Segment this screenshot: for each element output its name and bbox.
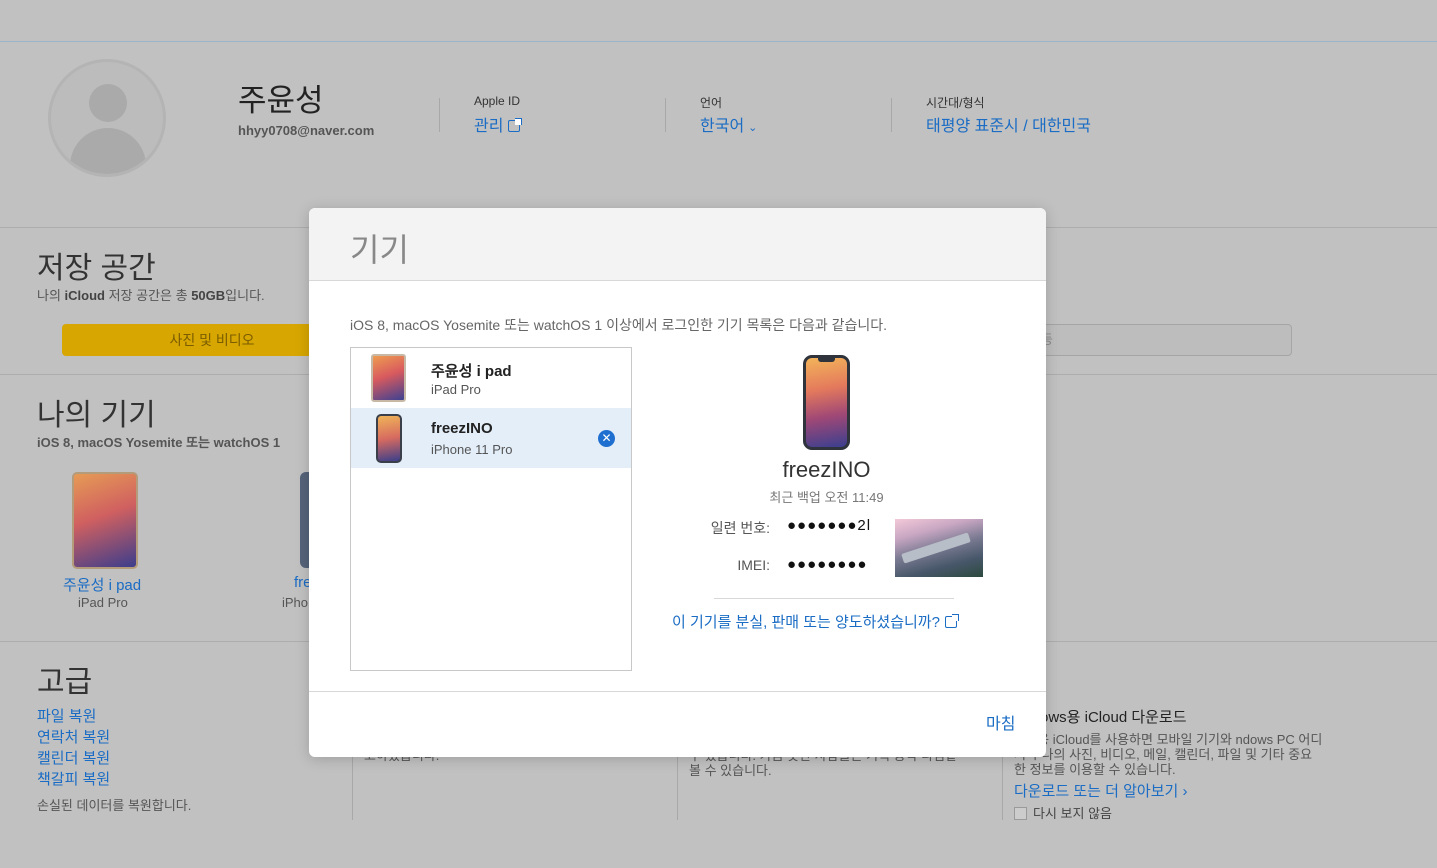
remove-device-icon[interactable]: ✕ <box>598 430 615 447</box>
timezone-label: 시간대/형식 <box>926 96 985 110</box>
storage-subtitle: 나의 iCloud 저장 공간은 총 50GB입니다. <box>37 285 265 304</box>
my-devices-subtitle: iOS 8, macOS Yosemite 또는 watchOS 1 <box>37 435 281 450</box>
restore-bookmarks-link[interactable]: 책갈피 복원 <box>37 768 110 789</box>
external-link-icon <box>508 118 523 132</box>
advanced-title: 고급 <box>37 666 93 699</box>
download-learn-more-link[interactable]: 다운로드 또는 더 알아보기 › <box>1014 780 1187 801</box>
advanced-note: 손실된 데이터를 복원합니다. <box>37 798 192 813</box>
device-list-name: freezINO <box>431 420 493 437</box>
apple-id-column: Apple ID 관리 <box>439 94 523 135</box>
checkbox-box[interactable] <box>1014 807 1027 820</box>
profile-name: 주윤성 <box>238 83 324 118</box>
timezone-link[interactable]: 태평양 표준시 / 대한민국 <box>926 112 1091 136</box>
device-model: iPad Pro <box>78 595 128 610</box>
avatar[interactable] <box>48 59 166 177</box>
device-model: iPho <box>282 595 309 610</box>
storage-sub-prefix: 나의 <box>37 288 65 303</box>
storage-title: 저장 공간 <box>37 252 156 285</box>
language-value: 한국어 <box>700 118 745 135</box>
external-link-icon <box>944 614 959 628</box>
dont-show-again-checkbox[interactable]: 다시 보지 않음 <box>1014 803 1112 822</box>
profile-header: 주윤성 hhyy0708@naver.com Apple ID 관리 언어 한국… <box>0 42 1437 228</box>
device-list[interactable]: 주윤성 i pad iPad Pro freezINO iPhone 11 Pr… <box>350 347 632 671</box>
detail-divider <box>714 598 954 599</box>
device-list-item-selected[interactable]: freezINO iPhone 11 Pro ✕ <box>351 408 631 468</box>
modal-header: 기기 <box>309 208 1046 281</box>
device-list-model: iPhone 11 Pro <box>431 442 513 457</box>
lost-device-text: 이 기기를 분실, 판매 또는 양도하셨습니까? <box>672 614 940 631</box>
devices-modal: 기기 iOS 8, macOS Yosemite 또는 watchOS 1 이상… <box>309 208 1046 757</box>
device-name-link[interactable]: 주윤성 i pad <box>63 574 141 595</box>
lost-device-link[interactable]: 이 기기를 분실, 판매 또는 양도하셨습니까? <box>672 611 959 632</box>
column-divider <box>1002 750 1003 820</box>
serial-number-value: ●●●●●●●2l <box>787 517 872 534</box>
imei-label: IMEI: <box>737 557 770 573</box>
windows-icloud-description: ows용 iCloud를 사용하면 모바일 기기와 ndows PC 어디서나 … <box>1014 732 1323 777</box>
device-list-item[interactable]: 주윤성 i pad iPad Pro <box>351 348 631 408</box>
done-button[interactable]: 마침 <box>986 710 1015 734</box>
iphone-thumbnail-icon <box>376 414 402 463</box>
apple-id-label: Apple ID <box>474 94 521 108</box>
column-divider <box>352 750 353 820</box>
modal-title: 기기 <box>350 232 409 268</box>
redaction-photo-image <box>895 519 983 577</box>
ipad-device-image[interactable] <box>72 472 138 569</box>
restore-contacts-link[interactable]: 연락처 복원 <box>37 726 110 747</box>
download-learn-more-text: 다운로드 또는 더 알아보기 <box>1014 783 1179 800</box>
storage-sub-middle: 저장 공간은 총 <box>104 288 192 303</box>
language-dropdown[interactable]: 한국어 ⌄ <box>700 112 757 136</box>
airplane-wing-shape <box>901 532 971 564</box>
device-last-backup: 최근 백업 오전 11:49 <box>769 490 884 505</box>
profile-email: hhyy0708@naver.com <box>238 123 375 138</box>
modal-description: iOS 8, macOS Yosemite 또는 watchOS 1 이상에서 … <box>350 317 888 333</box>
avatar-body-shape <box>70 128 146 174</box>
chevron-right-icon: › <box>1178 783 1188 800</box>
column-divider <box>677 750 678 820</box>
iphone-detail-icon <box>803 355 850 450</box>
storage-sub-brand: iCloud <box>64 288 105 303</box>
device-list-name: 주윤성 i pad <box>431 363 512 380</box>
my-devices-title: 나의 기기 <box>37 399 156 432</box>
storage-sub-amount: 50GB <box>191 288 226 303</box>
serial-number-label: 일련 번호: <box>710 520 770 536</box>
top-bar <box>0 0 1437 42</box>
device-list-model: iPad Pro <box>431 382 481 397</box>
phone-notch-shape <box>818 358 835 362</box>
windows-icloud-title: ows용 iCloud 다운로드 <box>1040 709 1187 726</box>
imei-value: ●●●●●●●● <box>787 556 868 573</box>
restore-calendars-link[interactable]: 캘린더 복원 <box>37 747 110 768</box>
timezone-column: 시간대/형식 태평양 표준시 / 대한민국 <box>891 96 1091 135</box>
device-detail-name: freezINO <box>782 457 871 482</box>
restore-files-link[interactable]: 파일 복원 <box>37 705 96 726</box>
avatar-head-shape <box>89 84 127 122</box>
language-label: 언어 <box>700 96 723 110</box>
chevron-down-icon: ⌄ <box>748 122 758 134</box>
dont-show-again-label: 다시 보지 않음 <box>1033 806 1112 821</box>
ipad-thumbnail-icon <box>371 354 406 402</box>
language-column: 언어 한국어 ⌄ <box>665 96 757 135</box>
storage-sub-suffix: 입니다. <box>225 288 265 303</box>
advanced-mid-text-line: 볼 수 있습니다. <box>689 763 772 778</box>
modal-footer-divider <box>309 691 1046 692</box>
apple-id-manage-link[interactable]: 관리 <box>474 112 523 136</box>
apple-id-manage-text: 관리 <box>474 118 504 135</box>
